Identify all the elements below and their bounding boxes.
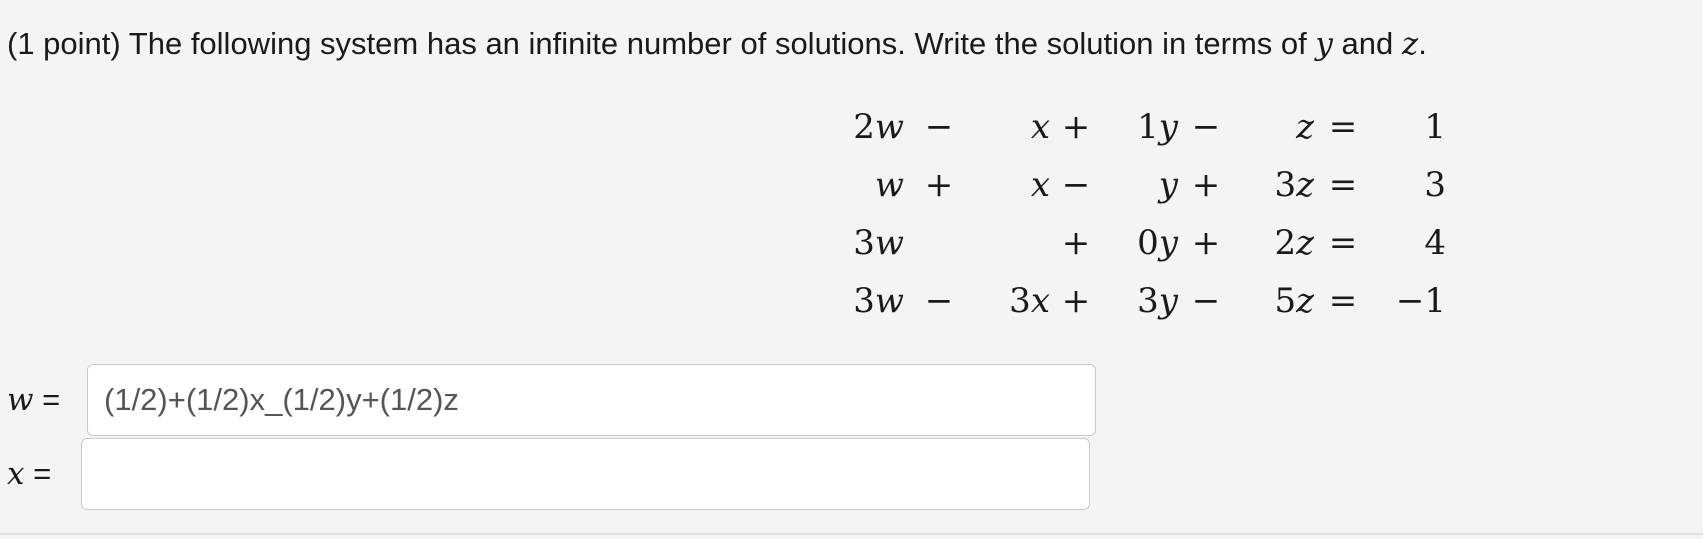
equals-sign: =: [1328, 107, 1358, 147]
equation-term-x: x: [974, 156, 1050, 214]
question-text-end: .: [1418, 26, 1427, 61]
term-variable: y: [1158, 107, 1178, 147]
equation-term-w: 3w: [838, 214, 904, 272]
term-coefficient: 1: [1137, 107, 1159, 147]
equation-term-y: 0y: [1102, 214, 1178, 272]
equation-term-w: w: [838, 156, 904, 214]
equation-term-z: 5z: [1234, 272, 1314, 330]
equals-sign: =: [1328, 165, 1358, 205]
equation-term-z: 3z: [1234, 156, 1314, 214]
equals-sign: =: [1328, 281, 1358, 321]
term-coefficient: 0: [1137, 223, 1159, 263]
answer-row-w: w =: [7, 364, 1096, 436]
question-text: The following system has an infinite num…: [120, 26, 1316, 61]
term-variable: y: [1158, 281, 1178, 321]
term-variable: y: [1158, 165, 1178, 205]
term-variable: z: [1296, 165, 1314, 205]
question-var-y: y: [1315, 26, 1333, 62]
operator: +: [1061, 107, 1091, 147]
equation-term-x: x: [974, 98, 1050, 156]
answer-equals-x: =: [24, 456, 52, 491]
answer-var-w: w: [7, 382, 34, 418]
operator: −: [1191, 107, 1221, 147]
equation-row: 2w − x +1y − z = 1: [838, 98, 1446, 156]
answer-input-x[interactable]: [81, 438, 1090, 510]
equation-term-x: 3x: [974, 272, 1050, 330]
term-coefficient: 2: [853, 107, 875, 147]
term-variable: w: [874, 223, 904, 263]
term-variable: y: [1158, 223, 1178, 263]
equation-term-y: 3y: [1102, 272, 1178, 330]
equation-rhs: −1: [1395, 281, 1446, 321]
equation-term-x: [974, 214, 1050, 272]
equation-term-z: 2z: [1234, 214, 1314, 272]
question-text-and: and: [1332, 26, 1402, 61]
term-coefficient: 3: [1009, 281, 1031, 321]
answer-input-w[interactable]: [87, 364, 1096, 436]
term-variable: w: [874, 281, 904, 321]
term-coefficient: 5: [1274, 281, 1297, 321]
operator: −: [924, 281, 954, 321]
equation-term-y: 1y: [1102, 98, 1178, 156]
question-prompt: (1 point) The following system has an in…: [7, 22, 1427, 66]
answer-var-x: x: [7, 456, 25, 492]
term-variable: x: [1030, 107, 1050, 147]
question-var-z: z: [1401, 26, 1419, 62]
equation-row: 3w −3x +3y −5z = −1: [838, 272, 1446, 330]
term-variable: z: [1296, 107, 1314, 147]
operator: −: [1061, 165, 1091, 205]
equals-sign: =: [1328, 223, 1358, 263]
term-variable: x: [1030, 165, 1050, 205]
answer-label-w: w =: [7, 364, 87, 436]
equation-rhs: 1: [1424, 107, 1446, 147]
answer-label-x: x =: [7, 438, 87, 510]
term-variable: z: [1296, 223, 1314, 263]
term-variable: w: [874, 165, 904, 205]
equation-term-y: y: [1102, 156, 1178, 214]
term-coefficient: 3: [853, 223, 875, 263]
term-coefficient: 3: [853, 281, 875, 321]
equation-rhs: 4: [1424, 223, 1446, 263]
operator: +: [1061, 223, 1091, 263]
answer-row-x: x =: [7, 438, 1090, 510]
equation-term-w: 2w: [838, 98, 904, 156]
question-points: (1 point): [7, 26, 121, 61]
term-coefficient: 2: [1274, 223, 1297, 263]
equation-row: w + x − y +3z = 3: [838, 156, 1446, 214]
term-coefficient: 3: [1137, 281, 1159, 321]
term-variable: x: [1030, 281, 1050, 321]
operator: +: [1061, 281, 1091, 321]
equation-rhs: 3: [1424, 165, 1446, 205]
operator: −: [924, 107, 954, 147]
page-divider: [0, 533, 1703, 535]
equation-system: 2w − x +1y − z = 1 w + x − y +3z = 3 3w +0y +2z = 4 3w −3x +3y −…: [838, 98, 1446, 330]
equation-term-z: z: [1234, 98, 1314, 156]
operator: +: [1191, 223, 1221, 263]
equation-row: 3w +0y +2z = 4: [838, 214, 1446, 272]
equation-term-w: 3w: [838, 272, 904, 330]
answer-equals-w: =: [33, 382, 61, 417]
operator: +: [924, 165, 954, 205]
term-coefficient: 3: [1274, 165, 1297, 205]
term-variable: w: [874, 107, 904, 147]
term-variable: z: [1296, 281, 1314, 321]
operator: [904, 214, 974, 272]
operator: −: [1191, 281, 1221, 321]
operator: +: [1191, 165, 1221, 205]
